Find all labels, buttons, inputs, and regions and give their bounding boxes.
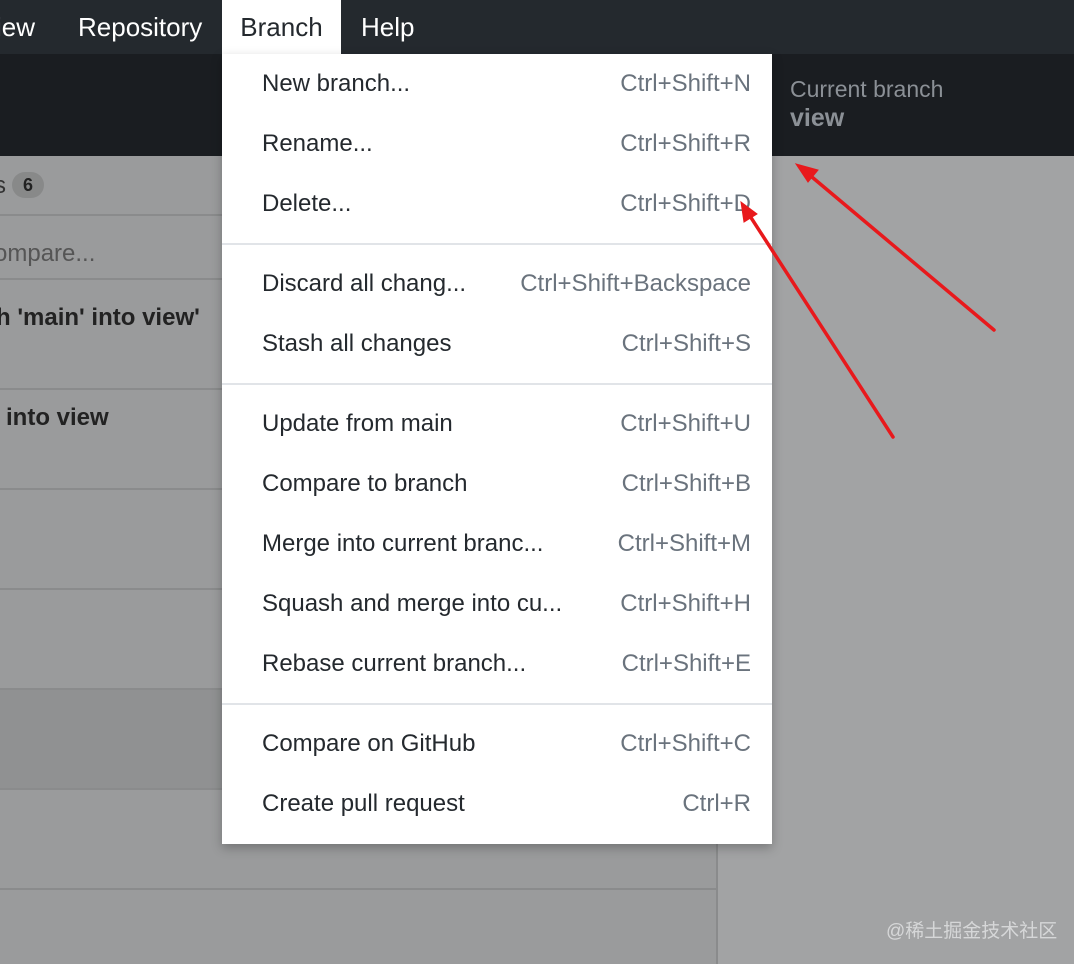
menu-item-compare-to-branch[interactable]: Compare to branch Ctrl+Shift+B xyxy=(222,454,772,514)
branch-menu: New branch... Ctrl+Shift+N Rename... Ctr… xyxy=(222,54,772,844)
history-count-badge: 6 xyxy=(12,172,44,198)
menu-item-label: Rename... xyxy=(262,130,373,157)
menu-item-shortcut: Ctrl+Shift+R xyxy=(620,130,751,157)
menu-item-stash-all-changes[interactable]: Stash all changes Ctrl+Shift+S xyxy=(222,314,772,374)
menu-item-label: Update from main xyxy=(262,410,453,437)
menu-item-shortcut: Ctrl+Shift+D xyxy=(620,190,751,217)
menu-repository[interactable]: Repository xyxy=(58,0,222,54)
menu-item-shortcut: Ctrl+Shift+H xyxy=(620,590,751,617)
commit-title: into view xyxy=(6,404,109,431)
watermark: @稀土掘金技术社区 xyxy=(886,921,1058,942)
menu-item-shortcut: Ctrl+Shift+Backspace xyxy=(520,270,751,297)
menu-item-create-pull-request[interactable]: Create pull request Ctrl+R xyxy=(222,774,772,834)
menu-item-merge-into-current-branch[interactable]: Merge into current branc... Ctrl+Shift+M xyxy=(222,514,772,574)
history-tab-label[interactable]: s xyxy=(0,172,6,200)
menu-item-label: Merge into current branc... xyxy=(262,530,544,557)
commit-title: h 'main' into view' xyxy=(0,304,200,331)
menu-item-shortcut: Ctrl+Shift+N xyxy=(620,70,751,97)
menu-item-shortcut: Ctrl+Shift+U xyxy=(620,410,751,437)
compare-branch-input[interactable]: ompare... xyxy=(0,240,95,268)
menu-view[interactable]: iew xyxy=(0,0,43,54)
menu-item-label: Compare to branch xyxy=(262,470,468,497)
current-branch-label[interactable]: Current branch xyxy=(790,76,943,103)
menu-item-shortcut: Ctrl+R xyxy=(682,790,751,817)
menu-bar: iew Repository Branch Help xyxy=(0,0,1074,54)
menu-item-shortcut: Ctrl+Shift+S xyxy=(621,330,751,357)
menu-item-label: New branch... xyxy=(262,70,411,97)
menu-item-rename[interactable]: Rename... Ctrl+Shift+R xyxy=(222,114,772,174)
menu-separator xyxy=(222,383,772,385)
menu-item-compare-on-github[interactable]: Compare on GitHub Ctrl+Shift+C xyxy=(222,714,772,774)
menu-item-discard-all-changes[interactable]: Discard all chang... Ctrl+Shift+Backspac… xyxy=(222,254,772,314)
menu-item-shortcut: Ctrl+Shift+B xyxy=(621,470,751,497)
menu-item-label: Squash and merge into cu... xyxy=(262,590,563,617)
menu-item-shortcut: Ctrl+Shift+C xyxy=(620,730,751,757)
menu-item-label: Rebase current branch... xyxy=(262,650,527,677)
menu-item-label: Stash all changes xyxy=(262,330,452,357)
menu-help[interactable]: Help xyxy=(341,0,434,54)
menu-item-new-branch[interactable]: New branch... Ctrl+Shift+N xyxy=(222,54,772,114)
menu-item-shortcut: Ctrl+Shift+E xyxy=(621,650,751,677)
menu-separator xyxy=(222,703,772,705)
menu-item-update-from-main[interactable]: Update from main Ctrl+Shift+U xyxy=(222,394,772,454)
menu-item-rebase-current-branch[interactable]: Rebase current branch... Ctrl+Shift+E xyxy=(222,634,772,694)
menu-item-label: Discard all chang... xyxy=(262,270,467,297)
menu-item-squash-and-merge[interactable]: Squash and merge into cu... Ctrl+Shift+H xyxy=(222,574,772,634)
menu-item-shortcut: Ctrl+Shift+M xyxy=(617,530,751,557)
menu-branch[interactable]: Branch xyxy=(222,0,341,54)
menu-item-label: Delete... xyxy=(262,190,352,217)
menu-item-label: Compare on GitHub xyxy=(262,730,476,757)
current-branch-name[interactable]: view xyxy=(790,104,844,133)
menu-item-label: Create pull request xyxy=(262,790,465,817)
menu-separator xyxy=(222,243,772,245)
menu-item-delete[interactable]: Delete... Ctrl+Shift+D xyxy=(222,174,772,234)
